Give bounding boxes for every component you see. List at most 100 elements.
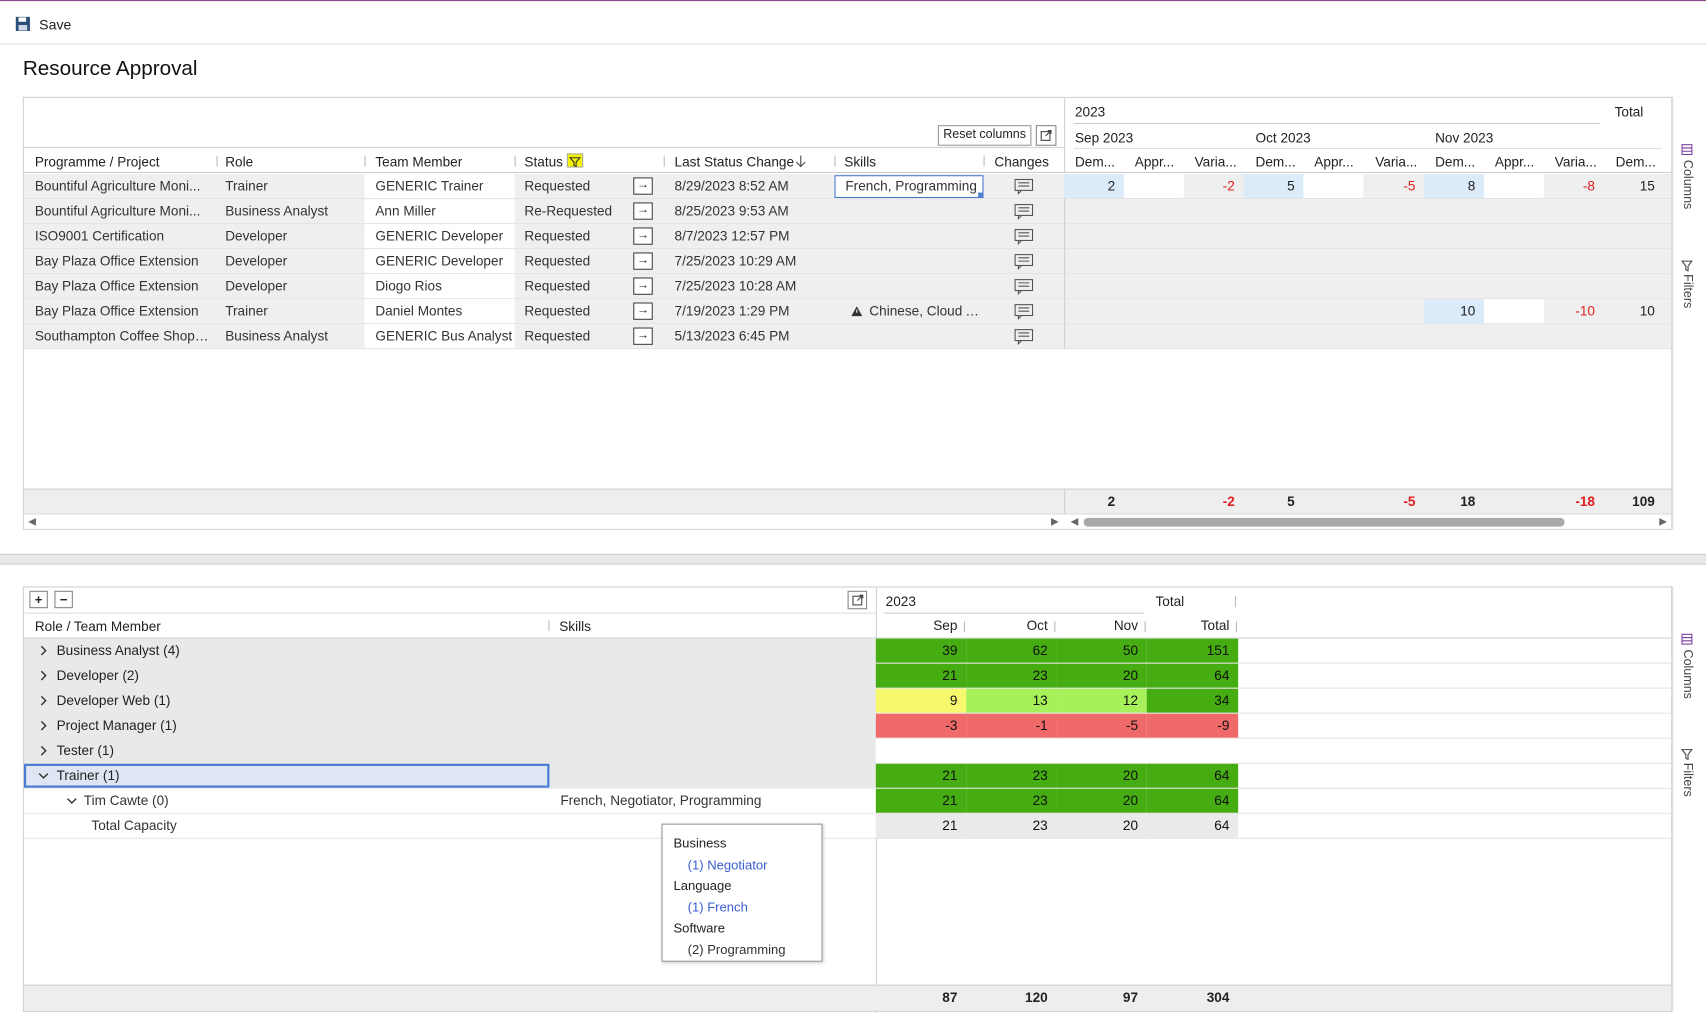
- oct-appr-header[interactable]: Appr...: [1314, 154, 1353, 169]
- expand-all-button[interactable]: +: [29, 590, 48, 609]
- table-row[interactable]: Southampton Coffee Shop ... Business Anal…: [23, 324, 1672, 350]
- oct-appr-input[interactable]: [1303, 174, 1364, 199]
- advance-status-button[interactable]: →: [633, 177, 653, 195]
- chevron-right-icon[interactable]: [38, 695, 49, 706]
- group-label[interactable]: Trainer (1): [57, 764, 492, 788]
- group-label[interactable]: Developer (2): [57, 664, 492, 688]
- chevron-right-icon[interactable]: [38, 645, 49, 656]
- table-row[interactable]: Total Capacity 21 23 20 64: [23, 813, 1672, 839]
- col-role[interactable]: Role: [225, 154, 253, 169]
- reset-columns-button[interactable]: Reset columns: [937, 125, 1032, 146]
- sep-dem-cell[interactable]: 2: [1064, 174, 1124, 199]
- team-member-cell[interactable]: GENERIC Developer: [364, 224, 515, 249]
- columns-label[interactable]: Columns: [1681, 160, 1694, 209]
- nov-var-header[interactable]: Varia...: [1555, 154, 1597, 169]
- columns-side-tab[interactable]: Columns: [1681, 143, 1694, 209]
- month-header[interactable]: Oct: [966, 614, 1056, 638]
- sep-appr-input[interactable]: [1123, 174, 1184, 199]
- group-label[interactable]: Tester (1): [57, 739, 492, 763]
- oct-dem-cell[interactable]: 5: [1243, 174, 1304, 199]
- team-member-cell[interactable]: GENERIC Bus Analyst: [364, 324, 515, 349]
- tooltip-item-negotiator[interactable]: (1) Negotiator: [673, 855, 785, 876]
- popout-button-2[interactable]: [847, 590, 868, 610]
- oct-var-header[interactable]: Varia...: [1375, 154, 1417, 169]
- table-row[interactable]: Business Analyst (4) 39 62 50 151: [23, 638, 1672, 664]
- chevron-right-icon[interactable]: [38, 720, 49, 731]
- sep-dem-header[interactable]: Dem...: [1075, 154, 1115, 169]
- col-skills[interactable]: Skills: [844, 154, 876, 169]
- comment-icon[interactable]: [1014, 279, 1034, 296]
- col-changes[interactable]: Changes: [994, 154, 1048, 169]
- table-row[interactable]: Bay Plaza Office Extension Developer Diogo…: [23, 274, 1672, 300]
- nov-appr-input[interactable]: [1484, 174, 1544, 199]
- filters-side-tab-2[interactable]: Filters: [1680, 747, 1694, 797]
- nov-appr-header[interactable]: Appr...: [1495, 154, 1534, 169]
- tooltip-item-french[interactable]: (1) French: [673, 897, 785, 918]
- scrollbar-thumb[interactable]: [1083, 517, 1565, 527]
- chevron-right-icon[interactable]: [38, 670, 49, 681]
- member-skills[interactable]: French, Negotiator, Programming: [560, 789, 865, 813]
- table-row[interactable]: Bountiful Agriculture Moni... Business An…: [23, 199, 1672, 225]
- filters-label[interactable]: Filters: [1681, 274, 1694, 308]
- advance-status-button[interactable]: →: [633, 202, 653, 220]
- col-skills-2[interactable]: Skills: [559, 619, 591, 634]
- advance-status-button[interactable]: →: [633, 327, 653, 345]
- filters-side-tab[interactable]: Filters: [1680, 259, 1694, 308]
- month-header[interactable]: Total: [1147, 614, 1238, 638]
- save-button[interactable]: Save: [15, 13, 71, 35]
- chevron-right-icon[interactable]: [38, 745, 49, 756]
- table-row[interactable]: ISO9001 Certification Developer GENERIC De…: [23, 224, 1672, 250]
- filter-icon[interactable]: [566, 153, 584, 168]
- table-row[interactable]: Bountiful Agriculture Moni... Trainer GENE…: [23, 174, 1672, 200]
- advance-status-button[interactable]: →: [633, 252, 653, 270]
- nov-dem-cell[interactable]: 10: [1424, 299, 1485, 324]
- nov-dem-cell[interactable]: 8: [1424, 174, 1485, 199]
- popout-button[interactable]: [1035, 125, 1057, 146]
- group-label[interactable]: Developer Web (1): [57, 689, 492, 713]
- advance-status-button[interactable]: →: [633, 277, 653, 295]
- table-row[interactable]: Bay Plaza Office Extension Trainer Daniel …: [23, 299, 1672, 325]
- col-role-team-member[interactable]: Role / Team Member: [35, 619, 161, 634]
- scroll-right-icon[interactable]: ▶: [1051, 516, 1059, 528]
- table-row[interactable]: Developer Web (1) 9 13 12 34: [23, 688, 1672, 714]
- scroll-right-icon[interactable]: ▶: [1659, 516, 1667, 528]
- table-row[interactable]: Project Manager (1) -3 -1 -5 -9: [23, 713, 1672, 739]
- filters-label[interactable]: Filters: [1681, 763, 1694, 797]
- col-last-status-change[interactable]: Last Status Change: [675, 154, 794, 169]
- team-member-cell[interactable]: Daniel Montes: [364, 299, 515, 324]
- member-label[interactable]: Tim Cawte (0): [84, 789, 519, 813]
- advance-status-button[interactable]: →: [633, 227, 653, 245]
- chevron-down-icon[interactable]: [66, 795, 77, 806]
- group-label[interactable]: Business Analyst (4): [57, 639, 492, 663]
- sep-var-header[interactable]: Varia...: [1195, 154, 1237, 169]
- nov-dem-header[interactable]: Dem...: [1435, 154, 1475, 169]
- total-dem-header[interactable]: Dem...: [1616, 154, 1656, 169]
- col-team-member[interactable]: Team Member: [375, 154, 462, 169]
- skills-cell[interactable]: Chinese, Cloud Arch: [869, 299, 983, 323]
- team-member-cell[interactable]: Diogo Rios: [364, 274, 515, 299]
- table-row[interactable]: Tester (1): [23, 738, 1672, 764]
- scroll-left-icon[interactable]: ◀: [1071, 516, 1079, 528]
- horizontal-scrollbar[interactable]: ◀ ▶ ◀ ▶: [23, 513, 1672, 529]
- month-header[interactable]: Sep: [876, 614, 966, 638]
- table-row[interactable]: Tim Cawte (0) French, Negotiator, Program…: [23, 788, 1672, 814]
- comment-icon[interactable]: [1014, 254, 1034, 271]
- nov-appr-input[interactable]: [1484, 299, 1544, 324]
- team-member-cell[interactable]: GENERIC Trainer: [364, 174, 515, 199]
- columns-label[interactable]: Columns: [1681, 650, 1694, 699]
- col-status[interactable]: Status: [524, 154, 563, 169]
- comment-icon[interactable]: [1014, 203, 1034, 221]
- columns-side-tab-2[interactable]: Columns: [1681, 632, 1694, 699]
- collapse-all-button[interactable]: −: [54, 590, 73, 609]
- comment-icon[interactable]: [1014, 228, 1034, 246]
- col-programme[interactable]: Programme / Project: [35, 154, 160, 169]
- sep-appr-header[interactable]: Appr...: [1135, 154, 1174, 169]
- group-label[interactable]: Project Manager (1): [57, 714, 492, 738]
- advance-status-button[interactable]: →: [633, 302, 653, 320]
- splitter[interactable]: [0, 553, 1706, 565]
- table-row[interactable]: Developer (2) 21 23 20 64: [23, 663, 1672, 689]
- team-member-cell[interactable]: Ann Miller: [364, 199, 515, 224]
- table-row[interactable]: Bay Plaza Office Extension Developer GENER…: [23, 249, 1672, 275]
- oct-dem-header[interactable]: Dem...: [1256, 154, 1296, 169]
- table-row[interactable]: Trainer (1) 21 23 20 64: [23, 763, 1672, 789]
